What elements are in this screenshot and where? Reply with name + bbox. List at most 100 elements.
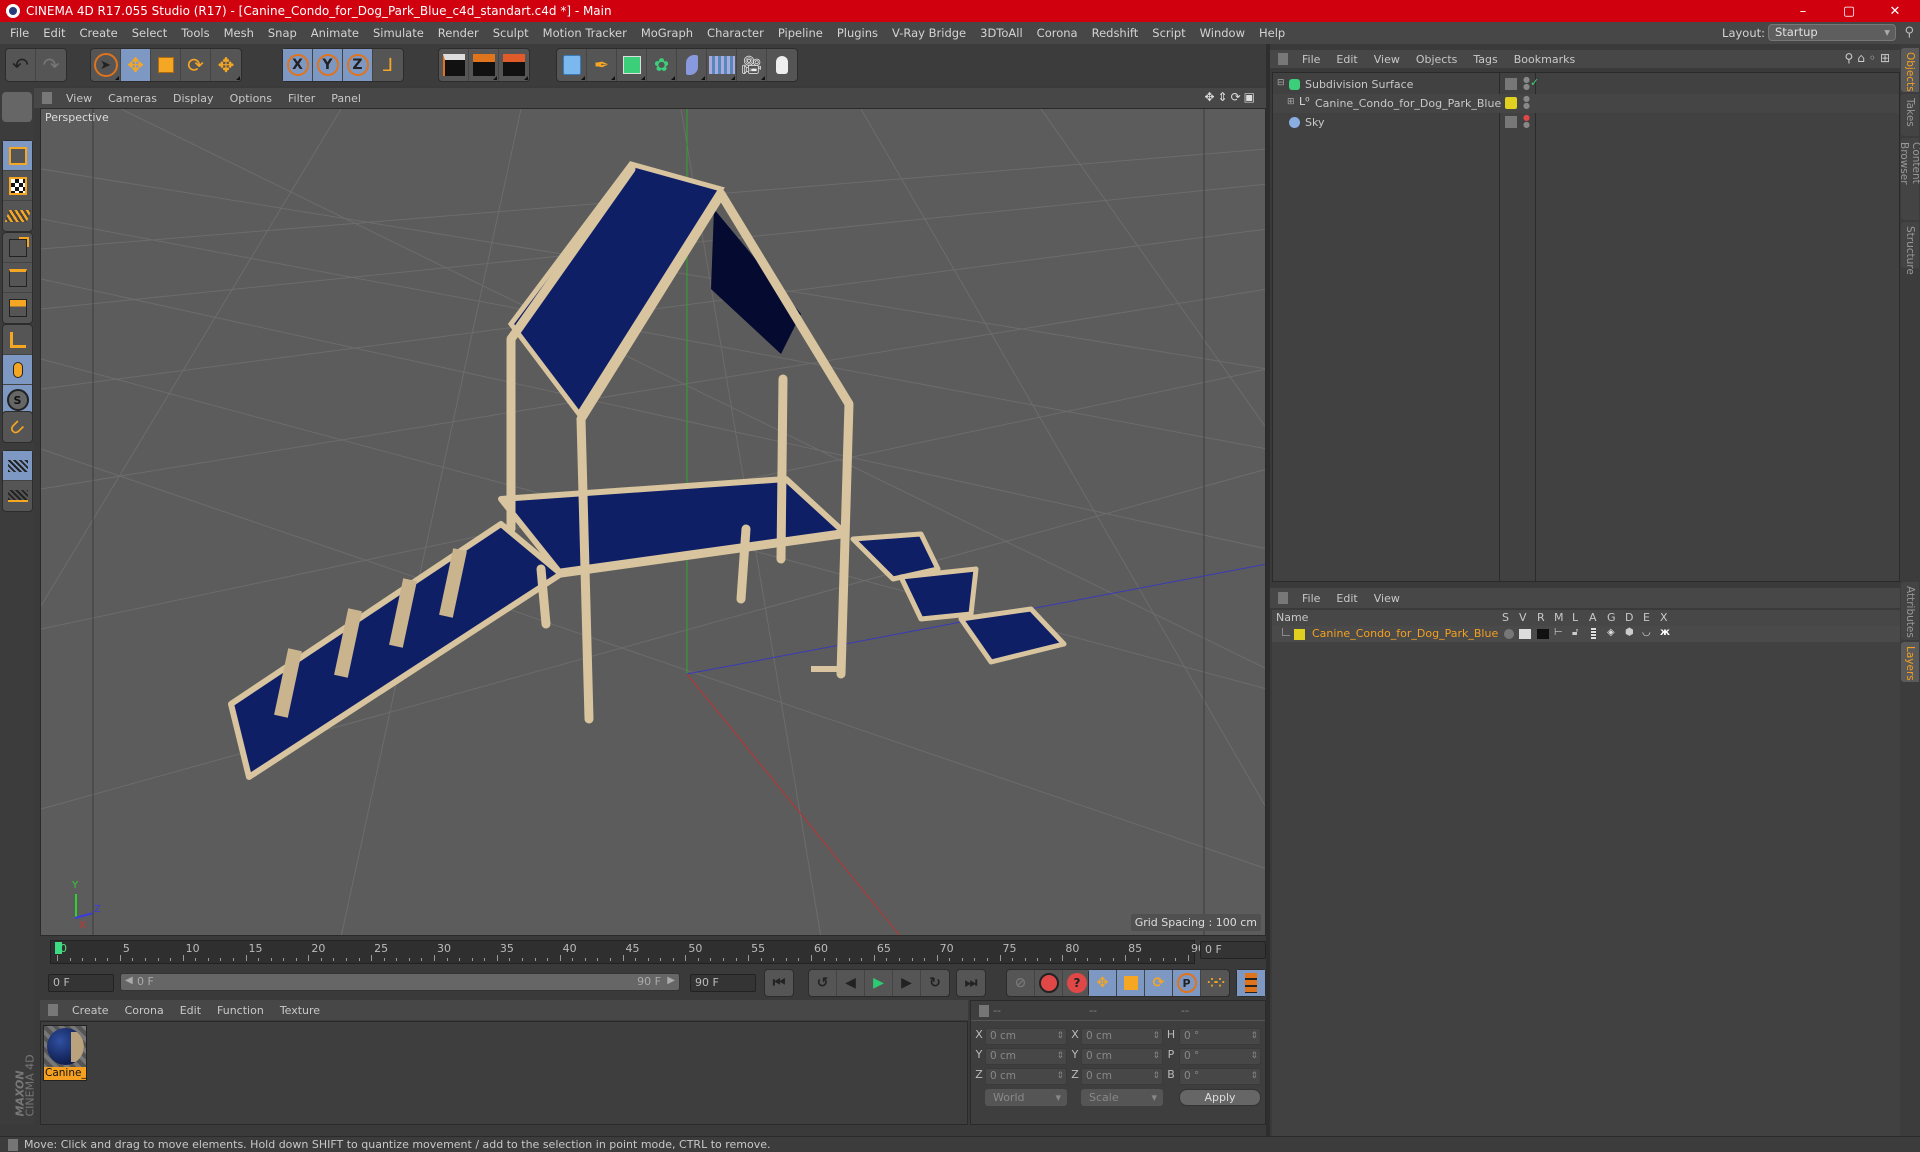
lock-workplane-icon[interactable] xyxy=(3,451,32,481)
tab-attributes[interactable]: Attributes xyxy=(1901,582,1919,640)
object-row[interactable]: ⊟ Subdivision Surface ● ● ✓ xyxy=(1273,75,1899,94)
select-pointer-icon[interactable]: ➤ xyxy=(91,49,121,81)
timeline-window-icon[interactable] xyxy=(1237,970,1265,996)
panel-grip[interactable] xyxy=(979,1004,989,1017)
go-to-start-icon[interactable]: ⏮ xyxy=(765,970,793,996)
menu-render[interactable]: Render xyxy=(431,26,486,40)
deformers-toggle-icon[interactable]: ⬢ xyxy=(1625,627,1634,638)
material-menu-edit[interactable]: Edit xyxy=(172,1004,209,1017)
col-deformers[interactable]: D xyxy=(1625,611,1633,624)
key-pla-icon[interactable]: ⁘⁘ xyxy=(1201,970,1229,996)
rotate-icon[interactable]: ⟳ xyxy=(181,49,211,81)
menu-corona[interactable]: Corona xyxy=(1030,26,1085,40)
close-button[interactable]: ✕ xyxy=(1872,0,1918,22)
lock-toggle-icon[interactable]: 🔓︎ xyxy=(1572,627,1578,638)
menu-3dtoall[interactable]: 3DToAll xyxy=(973,26,1030,40)
menu-select[interactable]: Select xyxy=(125,26,174,40)
range-right-arrow-icon[interactable]: ▶ xyxy=(667,975,675,986)
z-axis-lock-icon[interactable]: Z xyxy=(343,49,373,81)
layer-menu-file[interactable]: File xyxy=(1294,592,1328,605)
undo-icon[interactable]: ↶ xyxy=(6,49,36,81)
play-icon[interactable]: ▶ xyxy=(865,970,893,996)
model-mode-icon[interactable] xyxy=(3,141,32,171)
transform-mode-dropdown[interactable]: Scale xyxy=(1081,1089,1163,1106)
step-back-key-icon[interactable]: ↺ xyxy=(809,970,837,996)
key-parameter-icon[interactable]: P xyxy=(1173,970,1201,996)
tab-takes[interactable]: Takes xyxy=(1901,94,1919,136)
x-axis-lock-icon[interactable]: X xyxy=(283,49,313,81)
menu-edit[interactable]: Edit xyxy=(36,26,72,40)
render-view-icon[interactable] xyxy=(439,49,469,81)
object-row[interactable]: ⊞ L⁰ Canine_Condo_for_Dog_Park_Blue ● ● xyxy=(1273,94,1899,113)
collapse-toggle-icon[interactable]: ⊟ xyxy=(1277,78,1285,88)
3d-viewport[interactable]: Perspective Grid Spacing : 100 cm Y Z X xyxy=(40,108,1266,936)
toggle-layout-icon[interactable]: ▣ xyxy=(1244,90,1258,104)
panel-grip[interactable] xyxy=(42,92,52,104)
point-mode-icon[interactable] xyxy=(3,233,32,263)
scale-x-field[interactable]: 0 cm xyxy=(1081,1028,1163,1045)
material-menu-texture[interactable]: Texture xyxy=(272,1004,328,1017)
viewport-menu-view[interactable]: View xyxy=(58,92,100,105)
material-item[interactable]: Canine_ xyxy=(43,1025,87,1081)
col-expressions[interactable]: E xyxy=(1643,611,1650,624)
menu-redshift[interactable]: Redshift xyxy=(1085,26,1146,40)
animation-toggle-icon[interactable] xyxy=(1591,628,1596,639)
visibility-dots-icon[interactable]: ● ● xyxy=(1523,95,1530,110)
menu-plugins[interactable]: Plugins xyxy=(830,26,885,40)
auto-key-icon[interactable] xyxy=(1035,970,1063,996)
viewport-menu-options[interactable]: Options xyxy=(222,92,280,105)
viewport-menu-filter[interactable]: Filter xyxy=(280,92,323,105)
render-toggle-icon[interactable] xyxy=(1537,629,1549,639)
new-panel-icon[interactable]: ⊞ xyxy=(1880,51,1894,65)
menu-create[interactable]: Create xyxy=(73,26,125,40)
deformer-icon[interactable] xyxy=(677,49,707,81)
menu-mograph[interactable]: MoGraph xyxy=(634,26,700,40)
step-forward-frame-icon[interactable]: ▶ xyxy=(893,970,921,996)
view-globe-icon[interactable] xyxy=(2,92,32,122)
col-generators[interactable]: G xyxy=(1607,611,1616,624)
apply-button[interactable]: Apply xyxy=(1179,1089,1261,1106)
workplane-mode-icon[interactable] xyxy=(3,201,32,231)
expressions-toggle-icon[interactable]: ◡ xyxy=(1642,627,1651,638)
rotation-b-field[interactable]: 0 ° xyxy=(1179,1068,1261,1085)
step-back-frame-icon[interactable]: ◀ xyxy=(837,970,865,996)
menu-tools[interactable]: Tools xyxy=(174,26,216,40)
material-menu-function[interactable]: Function xyxy=(209,1004,272,1017)
menu-character[interactable]: Character xyxy=(700,26,771,40)
menu-sculpt[interactable]: Sculpt xyxy=(486,26,536,40)
generators-toggle-icon[interactable]: ◈ xyxy=(1607,627,1615,638)
object-menu-file[interactable]: File xyxy=(1294,53,1328,66)
texture-mode-icon[interactable] xyxy=(3,171,32,201)
playhead[interactable] xyxy=(55,942,62,954)
col-render[interactable]: R xyxy=(1537,611,1545,624)
render-picture-viewer-icon[interactable] xyxy=(469,49,499,81)
redo-icon[interactable]: ↷ xyxy=(36,49,66,81)
menu-window[interactable]: Window xyxy=(1193,26,1252,40)
menu-motion-tracker[interactable]: Motion Tracker xyxy=(536,26,634,40)
panel-grip[interactable] xyxy=(48,1004,58,1016)
camera-icon[interactable]: 🎥︎ xyxy=(737,49,767,81)
menu-snap[interactable]: Snap xyxy=(261,26,304,40)
material-menu-create[interactable]: Create xyxy=(64,1004,117,1017)
cloner-icon[interactable]: ✿ xyxy=(647,49,677,81)
enabled-check-icon[interactable]: ✓ xyxy=(1530,76,1539,89)
menu-mesh[interactable]: Mesh xyxy=(217,26,261,40)
tab-objects[interactable]: Objects xyxy=(1901,48,1919,92)
render-settings-icon[interactable] xyxy=(499,49,529,81)
key-rotation-icon[interactable]: ⟳ xyxy=(1145,970,1173,996)
frame-end-field[interactable]: 90 F xyxy=(690,974,756,992)
scale-y-field[interactable]: 0 cm xyxy=(1081,1048,1163,1065)
col-view[interactable]: V xyxy=(1519,611,1527,624)
axis-mode-icon[interactable] xyxy=(3,325,32,355)
editor-visibility-icon[interactable] xyxy=(1505,116,1517,128)
menu-file[interactable]: File xyxy=(3,26,36,40)
key-scale-icon[interactable] xyxy=(1117,970,1145,996)
workplane-rotate-icon[interactable] xyxy=(3,481,32,511)
layer-row[interactable]: Canine_Condo_for_Dog_Park_Blue ⊢ 🔓︎ ◈ ⬢ … xyxy=(1272,626,1900,642)
frame-start-field[interactable]: 0 F xyxy=(48,974,114,992)
layer-menu-view[interactable]: View xyxy=(1366,592,1408,605)
move-alt-icon[interactable]: ✥ xyxy=(211,49,241,81)
menu-help[interactable]: Help xyxy=(1252,26,1292,40)
subdivision-surface-icon[interactable] xyxy=(617,49,647,81)
object-menu-bookmarks[interactable]: Bookmarks xyxy=(1506,53,1583,66)
